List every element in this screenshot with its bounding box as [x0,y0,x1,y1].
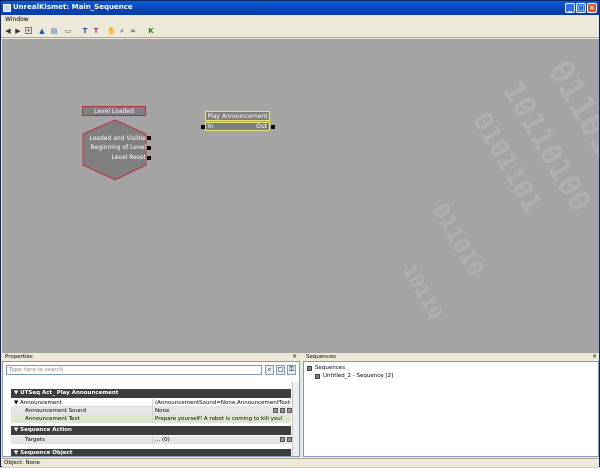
output-loaded-and-visible: Loaded and Visible [89,135,146,142]
output-beginning-of-level: Beginning of Level [90,144,146,151]
prop-row-announcement[interactable]: ▼ Announcement (AnnouncementSound=None,A… [11,399,291,407]
prop-value[interactable]: ... (0) [152,436,291,444]
search-icon[interactable]: ▭ [64,27,72,35]
link-icon[interactable]: ∞ [129,27,137,35]
port-level-reset[interactable] [147,156,151,160]
port-beginning-of-level[interactable] [147,146,151,150]
kismet-k-icon[interactable]: K [147,27,155,35]
properties-close-icon[interactable]: × [292,353,297,361]
window-title: UnrealKismet: Main_Sequence [13,3,133,11]
tree-root-sequences[interactable]: Sequences [315,365,345,372]
minimize-button[interactable]: _ [565,3,575,13]
tools-2-icon[interactable]: T [92,27,100,35]
object-header-label: UTSeq Act_ Play Announcement [20,390,119,396]
properties-panel: Type here to search ⌕ □ ⚿ ▼ UTSeq Act_ P… [2,361,300,457]
svg-text:011010: 011010 [427,200,488,281]
port-out[interactable] [271,125,275,129]
sequence-icon [315,374,320,379]
title-bar: UnrealKismet: Main_Sequence _ □ × [1,1,599,15]
prop-key: Announcement Sound [25,408,86,414]
prop-value[interactable]: Prepare yourself! A robot is coming to k… [152,415,291,423]
toolbar: ◀ ▶ ▾ ▲ ▤ ▭ T T ✋ ⌕ ∞ K [1,25,599,38]
search-icon[interactable]: ⌕ [265,365,274,375]
sequences-panel: Sequences Untitled_2 - Sequence [2] [303,361,599,457]
object-header[interactable]: ▼ UTSeq Act_ Play Announcement [11,389,291,398]
section-sequence-object-label: Sequence Object [20,450,73,456]
play-announcement-title[interactable]: Play Announcement [205,111,270,121]
parent-sequence-icon[interactable]: ▲ [38,27,46,35]
kismet-window: UnrealKismet: Main_Sequence _ □ × Window… [0,0,600,467]
menu-window[interactable]: Window [5,16,29,23]
sequence-folder-icon [307,366,312,371]
lock-icon[interactable]: ⚿ [287,365,296,375]
close-button[interactable]: × [587,3,597,13]
property-search-input[interactable]: Type here to search [6,365,262,375]
prop-key: ▼ Announcement [14,400,62,406]
zoom-icon[interactable]: ⌕ [118,27,126,35]
app-icon [3,4,11,12]
dropdown-icon[interactable]: ▾ [25,27,32,34]
clear-search-icon[interactable]: □ [276,365,285,375]
menu-bar: Window [1,15,599,25]
prop-key: Targets [25,437,45,443]
sequences-close-icon[interactable]: × [592,353,597,361]
input-in: In [208,123,214,130]
status-bar: Object: None [2,458,599,467]
maximize-button[interactable]: □ [576,3,586,13]
prop-key: Announcement Text [25,416,80,422]
prop-row-targets[interactable]: Targets ... (0) [11,436,292,444]
prop-value[interactable]: (AnnouncementSound=None,AnnouncementText… [152,399,291,407]
graph-canvas[interactable]: 0101101 10110100 011010 0110110 10110 Le… [2,39,599,353]
level-loaded-title[interactable]: Level Loaded [82,106,146,116]
find-icon[interactable] [273,408,278,413]
port-in[interactable] [201,125,205,129]
binary-watermark-icon: 0101101 10110100 011010 0110110 10110 [398,54,599,324]
prop-value[interactable]: None [152,407,291,415]
properties-panel-title: Properties [5,354,33,360]
hand-icon[interactable]: ✋ [107,27,116,35]
sequences-panel-title: Sequences [306,354,336,360]
bottom-panels: Properties × Sequences × Type here to se… [2,353,599,457]
forward-arrow-icon[interactable]: ▶ [14,27,22,35]
tree-item-untitled-2[interactable]: Untitled_2 - Sequence [2] [323,373,393,380]
tools-1-icon[interactable]: T [81,27,89,35]
section-sequence-action-label: Sequence Action [20,427,72,433]
svg-text:10110: 10110 [398,260,449,324]
prop-row-announcement-sound[interactable]: Announcement Sound None [11,407,292,415]
properties-scrollbar[interactable] [292,382,299,456]
section-sequence-object[interactable]: ▼ Sequence Object [11,449,291,456]
output-level-reset: Level Reset [111,154,146,161]
section-sequence-action[interactable]: ▼ Sequence Action [11,426,291,435]
prop-row-announcement-text[interactable]: Announcement Text Prepare yourself! A ro… [11,415,291,423]
add-item-icon[interactable] [280,437,285,442]
output-out: Out [256,123,267,130]
back-arrow-icon[interactable]: ◀ [4,27,12,35]
port-loaded-and-visible[interactable] [147,136,151,140]
rename-icon[interactable]: ▤ [50,27,58,35]
use-selected-icon[interactable] [280,408,285,413]
